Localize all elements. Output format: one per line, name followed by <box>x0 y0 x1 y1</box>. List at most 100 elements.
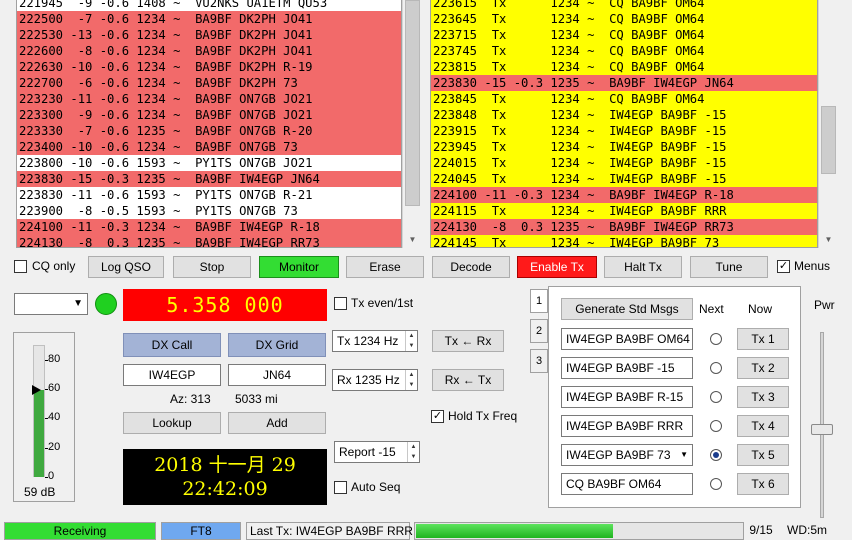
band-select[interactable]: ▼ <box>14 293 88 315</box>
tab-1[interactable]: 1 <box>530 289 548 313</box>
band-activity-line[interactable]: 223400 -10 -0.6 1234 ~ BA9BF ON7GB 73 <box>17 139 401 155</box>
rx-frequency-line[interactable]: 223815 Tx 1234 ~ CQ BA9BF OM64 <box>431 59 817 75</box>
add-button[interactable]: Add <box>228 412 326 434</box>
progress-count: 9/15 <box>749 523 773 537</box>
band-activity-line[interactable]: 223830 -11 -0.6 1593 ~ PY1TS ON7GB R-21 <box>17 187 401 203</box>
rx-frequency-line[interactable]: 224015 Tx 1234 ~ IW4EGP BA9BF -15 <box>431 155 817 171</box>
enable-tx-button[interactable]: Enable Tx <box>517 256 597 278</box>
band-activity-line[interactable]: 224100 -11 -0.3 1234 ~ BA9BF IW4EGP R-18 <box>17 219 401 235</box>
auto-seq-checkbox[interactable] <box>334 481 347 494</box>
spin-arrows-icon[interactable]: ▲ ▼ <box>405 331 417 351</box>
band-activity-line[interactable]: 224130 -8 0.3 1235 ~ BA9BF IW4EGP RR73 <box>17 235 401 247</box>
band-activity-line[interactable]: 221945 -9 -0.6 1408 ~ VU2NKS UA1ETM QU53 <box>17 0 401 11</box>
hold-tx-checkbox[interactable]: ✓ <box>431 410 444 423</box>
tx6-now-button[interactable]: Tx 6 <box>737 473 789 495</box>
scroll-thumb[interactable] <box>405 0 420 206</box>
tx2-now-button[interactable]: Tx 2 <box>737 357 789 379</box>
rx-from-tx-button[interactable]: Rx ← Tx <box>432 369 504 391</box>
tx6-message-field[interactable]: CQ BA9BF OM64 <box>561 473 693 495</box>
tx4-next-radio[interactable] <box>710 420 722 432</box>
rx-frequency-line[interactable]: 224145 Tx 1234 ~ IW4EGP BA9BF 73 <box>431 235 817 247</box>
dx-call-input[interactable]: IW4EGP <box>123 364 221 386</box>
tx5-now-button[interactable]: Tx 5 <box>737 444 789 466</box>
report-value: Report -15 <box>339 445 396 459</box>
generate-std-msgs-button[interactable]: Generate Std Msgs <box>561 298 693 320</box>
signal-meter: 80 60 40 20 0 59 dB <box>13 332 75 502</box>
tx-even-label: Tx even/1st <box>351 296 414 310</box>
band-activity-line[interactable]: 222500 -7 -0.6 1234 ~ BA9BF DK2PH JO41 <box>17 11 401 27</box>
tab-2[interactable]: 2 <box>530 319 548 343</box>
rx-frequency-spinbox[interactable]: Rx 1235 Hz ▲ ▼ <box>332 369 418 391</box>
rx-frequency-line[interactable]: 224115 Tx 1234 ~ IW4EGP BA9BF RRR <box>431 203 817 219</box>
band-activity-line[interactable]: 222700 -6 -0.6 1234 ~ BA9BF DK2PH 73 <box>17 75 401 91</box>
tx1-now-button[interactable]: Tx 1 <box>737 328 789 350</box>
tx6-next-radio[interactable] <box>710 478 722 490</box>
meter-level-bar <box>34 390 44 477</box>
meter-tick-mark <box>45 389 48 390</box>
rx-frequency-line[interactable]: 223645 Tx 1234 ~ CQ BA9BF OM64 <box>431 11 817 27</box>
azimuth-readout: Az: 313 <box>170 392 211 406</box>
dx-grid-input[interactable]: JN64 <box>228 364 326 386</box>
band-activity-line[interactable]: 223300 -9 -0.6 1234 ~ BA9BF ON7GB JO21 <box>17 107 401 123</box>
cq-only-checkbox[interactable] <box>14 260 27 273</box>
tune-button[interactable]: Tune <box>690 256 768 278</box>
tx-even-checkbox[interactable] <box>334 297 347 310</box>
tx1-next-radio[interactable] <box>710 333 722 345</box>
tx1-message-field[interactable]: IW4EGP BA9BF OM64 <box>561 328 693 350</box>
band-activity-scrollbar[interactable]: ▼ <box>402 0 422 248</box>
rx-frequency-line[interactable]: 223830 -15 -0.3 1235 ~ BA9BF IW4EGP JN64 <box>431 75 817 91</box>
rx-frequency-line[interactable]: 224130 -8 0.3 1235 ~ BA9BF IW4EGP RR73 <box>431 219 817 235</box>
rx-frequency-scrollbar[interactable]: ▼ <box>818 0 838 248</box>
rx-frequency-line[interactable]: 223845 Tx 1234 ~ CQ BA9BF OM64 <box>431 91 817 107</box>
scroll-thumb[interactable] <box>821 106 836 174</box>
decode-button[interactable]: Decode <box>432 256 510 278</box>
spin-arrows-icon[interactable]: ▲ ▼ <box>405 370 417 390</box>
tx4-message-field[interactable]: IW4EGP BA9BF RRR <box>561 415 693 437</box>
menus-checkbox[interactable]: ✓ <box>777 260 790 273</box>
band-activity-line[interactable]: 223330 -7 -0.6 1235 ~ BA9BF ON7GB R-20 <box>17 123 401 139</box>
tx2-next-radio[interactable] <box>710 362 722 374</box>
rx-frequency-line[interactable]: 223848 Tx 1234 ~ IW4EGP BA9BF -15 <box>431 107 817 123</box>
rx-frequency-pane[interactable]: 223615 Tx 1234 ~ CQ BA9BF OM64 223645 Tx … <box>430 0 818 248</box>
tx5-next-radio[interactable] <box>710 449 722 461</box>
band-activity-line[interactable]: 222600 -8 -0.6 1234 ~ BA9BF DK2PH JO41 <box>17 43 401 59</box>
rx-frequency-line[interactable]: 223615 Tx 1234 ~ CQ BA9BF OM64 <box>431 0 817 11</box>
tx3-next-radio[interactable] <box>710 391 722 403</box>
tab-3[interactable]: 3 <box>530 349 548 373</box>
rx-frequency-line[interactable]: 224100 -11 -0.3 1234 ~ BA9BF IW4EGP R-18 <box>431 187 817 203</box>
rx-frequency-line[interactable]: 223745 Tx 1234 ~ CQ BA9BF OM64 <box>431 43 817 59</box>
stop-button[interactable]: Stop <box>173 256 251 278</box>
band-activity-line[interactable]: 222530 -13 -0.6 1234 ~ BA9BF DK2PH JO41 <box>17 27 401 43</box>
tx3-now-button[interactable]: Tx 3 <box>737 386 789 408</box>
power-label: Pwr <box>814 298 835 312</box>
tx-from-rx-button[interactable]: Tx ← Rx <box>432 330 504 352</box>
band-activity-line[interactable]: 223830 -15 -0.3 1235 ~ BA9BF IW4EGP JN64 <box>17 171 401 187</box>
erase-button[interactable]: Erase <box>346 256 424 278</box>
halt-tx-button[interactable]: Halt Tx <box>604 256 682 278</box>
band-activity-line[interactable]: 223900 -8 -0.5 1593 ~ PY1TS ON7GB 73 <box>17 203 401 219</box>
rx-frequency-line[interactable]: 223945 Tx 1234 ~ IW4EGP BA9BF -15 <box>431 139 817 155</box>
band-activity-line[interactable]: 223800 -10 -0.6 1593 ~ PY1TS ON7GB JO21 <box>17 155 401 171</box>
utc-clock: 2018 十一月 29 22:42:09 <box>123 449 327 505</box>
band-activity-pane[interactable]: 221945 -9 -0.6 1408 ~ VU2NKS UA1ETM QU53… <box>16 0 402 248</box>
scroll-down-arrow[interactable]: ▼ <box>403 232 422 248</box>
band-activity-line[interactable]: 223230 -11 -0.6 1234 ~ BA9BF ON7GB JO21 <box>17 91 401 107</box>
rx-frequency-line[interactable]: 223715 Tx 1234 ~ CQ BA9BF OM64 <box>431 27 817 43</box>
log-qso-button[interactable]: Log QSO <box>88 256 164 278</box>
tx5-message-field[interactable]: IW4EGP BA9BF 73 ▼ <box>561 444 693 466</box>
rx-frequency-line[interactable]: 223915 Tx 1234 ~ IW4EGP BA9BF -15 <box>431 123 817 139</box>
power-slider-handle[interactable] <box>811 424 833 435</box>
spin-arrows-icon[interactable]: ▲ ▼ <box>407 442 419 462</box>
tx-frequency-spinbox[interactable]: Tx 1234 Hz ▲ ▼ <box>332 330 418 352</box>
scroll-down-arrow[interactable]: ▼ <box>819 232 838 248</box>
lookup-button[interactable]: Lookup <box>123 412 221 434</box>
rx-frequency-line[interactable]: 224045 Tx 1234 ~ IW4EGP BA9BF -15 <box>431 171 817 187</box>
tx4-now-button[interactable]: Tx 4 <box>737 415 789 437</box>
tx2-message-field[interactable]: IW4EGP BA9BF -15 <box>561 357 693 379</box>
dropdown-arrow-icon[interactable]: ▼ <box>680 445 688 465</box>
band-activity-line[interactable]: 222630 -10 -0.6 1234 ~ BA9BF DK2PH R-19 <box>17 59 401 75</box>
report-spinbox[interactable]: Report -15 ▲ ▼ <box>334 441 420 463</box>
tx-progress-bar <box>414 522 744 540</box>
monitor-button[interactable]: Monitor <box>259 256 339 278</box>
tx3-message-field[interactable]: IW4EGP BA9BF R-15 <box>561 386 693 408</box>
